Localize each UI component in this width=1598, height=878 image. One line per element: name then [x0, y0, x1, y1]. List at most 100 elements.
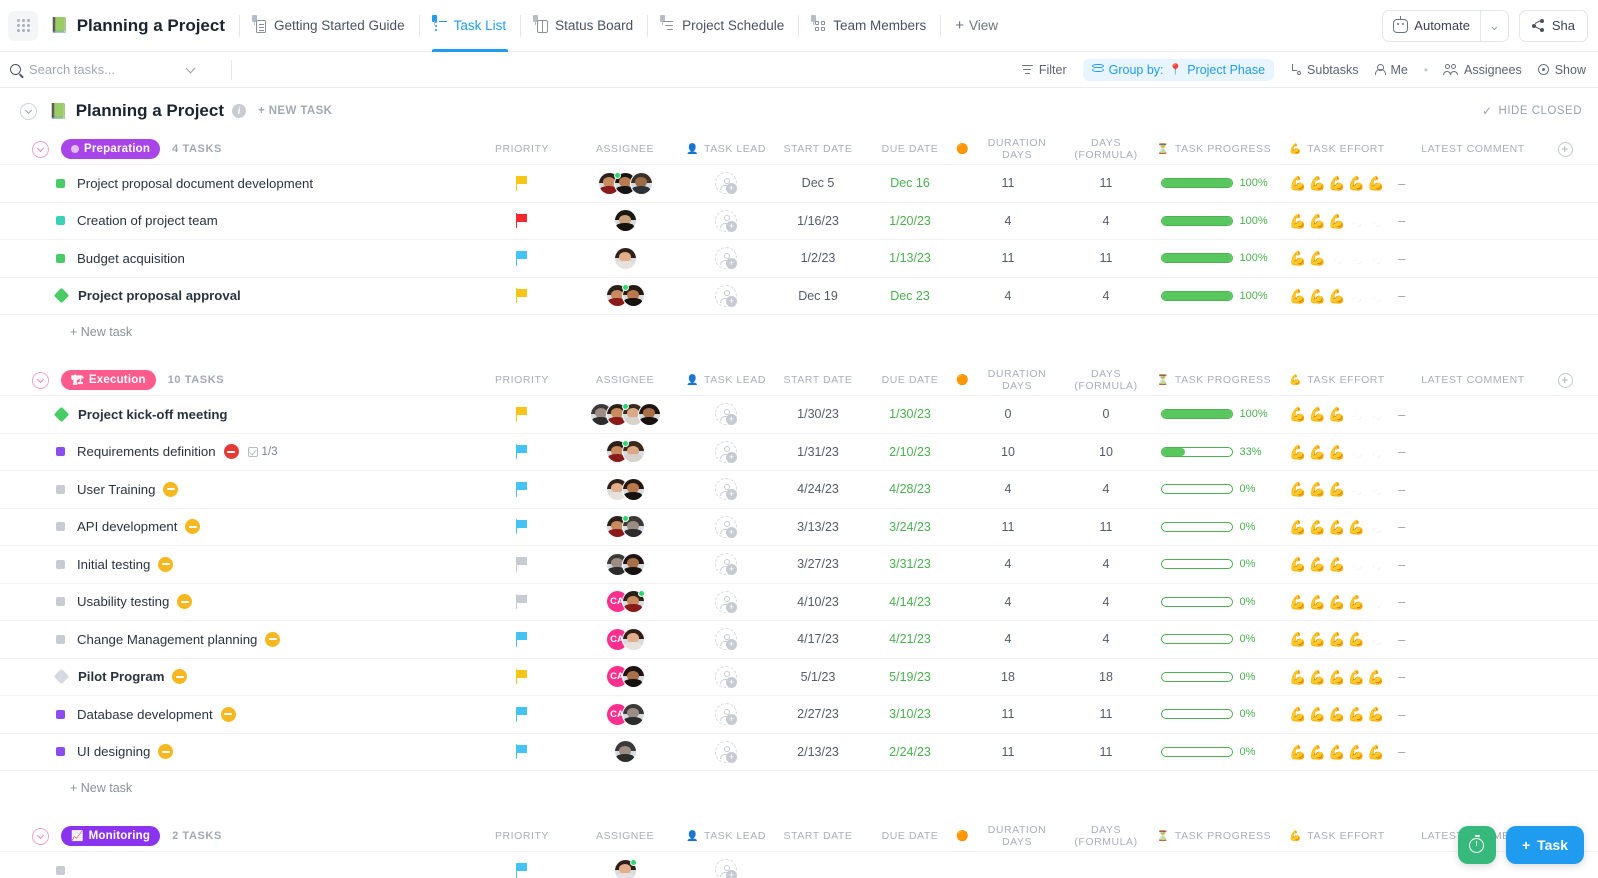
cell-priority[interactable] [474, 175, 570, 191]
column-header-start[interactable]: START DATE [772, 143, 864, 155]
table-row[interactable]: User Training +4/24/23 4/28/23 4 4 0% 💪 💪 💪 💪 💪 – [0, 471, 1598, 509]
column-header-assignee[interactable]: ASSIGNEE [570, 374, 680, 386]
collapse-group-toggle[interactable] [32, 140, 49, 158]
cell-assignee[interactable] [570, 209, 680, 233]
cell-due-date[interactable]: 3/10/23 [864, 707, 956, 721]
show-button[interactable]: Show [1537, 63, 1586, 77]
column-header-due[interactable]: DUE DATE [864, 830, 956, 842]
cell-start-date[interactable]: Dec 19 [772, 289, 864, 303]
tab-task-list[interactable]: Task List [420, 0, 521, 52]
priority-flag-icon[interactable] [515, 444, 529, 460]
cell-task-effort[interactable]: 💪 💪 💪 💪 💪 [1276, 482, 1398, 496]
app-grid-icon[interactable] [8, 10, 38, 41]
priority-flag-icon[interactable] [515, 669, 529, 685]
task-name[interactable]: UI designing [77, 744, 150, 759]
cell-task-progress[interactable]: 0% [1152, 596, 1276, 608]
cell-task-lead[interactable]: + [680, 403, 772, 426]
cell-start-date[interactable]: 2/27/23 [772, 707, 864, 721]
column-header-priority[interactable]: PRIORITY [474, 374, 570, 386]
cell-priority[interactable] [474, 406, 570, 422]
cell-task-lead[interactable]: + [680, 665, 772, 688]
task-effort-rating[interactable]: 💪 💪 💪 💪 💪 [1289, 595, 1384, 609]
table-row[interactable]: Project proposal document development + De… [0, 165, 1598, 203]
task-status-indicator[interactable] [53, 668, 70, 685]
priority-flag-icon[interactable] [515, 556, 529, 572]
cell-priority[interactable] [474, 744, 570, 760]
cell-task-effort[interactable]: 💪 💪 💪 💪 💪 [1276, 251, 1398, 265]
column-header-formula[interactable]: DAYS (FORMULA) [1060, 824, 1152, 848]
priority-flag-icon[interactable] [515, 175, 529, 191]
cell-task-lead[interactable]: + [680, 478, 772, 501]
task-name[interactable]: API development [77, 519, 177, 534]
avatar[interactable] [621, 590, 645, 614]
priority-flag-icon[interactable] [515, 481, 529, 497]
priority-flag-icon[interactable] [515, 288, 529, 304]
cell-task-progress[interactable]: 100% [1152, 177, 1276, 189]
cell-duration-days[interactable]: 4 [956, 557, 1060, 571]
cell-latest-comment[interactable]: – [1398, 251, 1548, 266]
cell-due-date[interactable]: 4/28/23 [864, 482, 956, 496]
task-status-indicator[interactable] [56, 216, 65, 226]
cell-task-lead[interactable]: + [680, 172, 772, 195]
cell-duration-days[interactable]: 4 [956, 595, 1060, 609]
avatar[interactable] [621, 627, 645, 651]
cell-assignee[interactable] [570, 284, 680, 308]
cell-task-effort[interactable]: 💪 💪 💪 💪 💪 [1276, 214, 1398, 228]
cell-assignee[interactable] [570, 171, 680, 195]
add-task-lead-icon[interactable]: + [715, 590, 737, 613]
task-status-indicator[interactable] [53, 406, 70, 423]
cell-latest-comment[interactable]: – [1398, 213, 1548, 228]
add-column-button[interactable]: + [1557, 372, 1573, 388]
column-header-duration[interactable]: 🟠 DURATION DAYS [956, 137, 1060, 161]
cell-latest-comment[interactable]: – [1398, 444, 1548, 459]
cell-task-lead[interactable]: + [680, 590, 772, 613]
cell-priority[interactable] [474, 669, 570, 685]
cell-due-date[interactable]: 2/24/23 [864, 745, 956, 759]
task-name[interactable]: Project kick-off meeting [78, 407, 228, 422]
cell-assignee[interactable] [570, 552, 680, 576]
cell-start-date[interactable]: 1/16/23 [772, 214, 864, 228]
column-header-tasklead[interactable]: 👤 TASK LEAD [680, 830, 772, 842]
cell-assignee[interactable]: CA [570, 590, 680, 614]
task-effort-rating[interactable]: 💪 💪 💪 💪 💪 [1289, 745, 1384, 759]
table-row[interactable]: + [0, 852, 1598, 878]
cell-task-progress[interactable]: 100% [1152, 215, 1276, 227]
add-task-lead-icon[interactable]: + [715, 209, 737, 232]
task-name[interactable]: Database development [77, 707, 213, 722]
cell-start-date[interactable]: 2/13/23 [772, 745, 864, 759]
cell-task-progress[interactable]: 100% [1152, 408, 1276, 420]
cell-assignee[interactable] [570, 440, 680, 464]
column-header-start[interactable]: START DATE [772, 374, 864, 386]
column-header-priority[interactable]: PRIORITY [474, 830, 570, 842]
avatar[interactable] [613, 740, 637, 764]
column-header-formula[interactable]: DAYS (FORMULA) [1060, 368, 1152, 392]
cell-assignee[interactable]: CA [570, 665, 680, 689]
cell-task-effort[interactable]: 💪 💪 💪 💪 💪 [1276, 557, 1398, 571]
cell-task-progress[interactable]: 0% [1152, 483, 1276, 495]
cell-start-date[interactable]: 4/10/23 [772, 595, 864, 609]
cell-due-date[interactable]: 4/21/23 [864, 632, 956, 646]
cell-start-date[interactable]: 5/1/23 [772, 670, 864, 684]
search-input[interactable] [29, 62, 179, 77]
cell-task-effort[interactable]: 💪 💪 💪 💪 💪 [1276, 745, 1398, 759]
cell-task-progress[interactable]: 100% [1152, 290, 1276, 302]
cell-task-progress[interactable]: 0% [1152, 558, 1276, 570]
task-status-indicator[interactable] [56, 865, 65, 875]
cell-task-progress[interactable]: 100% [1152, 252, 1276, 264]
cell-due-date[interactable]: 2/10/23 [864, 445, 956, 459]
task-list-scroll-area[interactable]: Preparation 4 TASKS PRIORITY ASSIGNEE 👤 TASK … [0, 134, 1598, 878]
task-effort-rating[interactable]: 💪 💪 💪 💪 💪 [1289, 557, 1384, 571]
cell-start-date[interactable]: 4/17/23 [772, 632, 864, 646]
task-status-indicator[interactable] [56, 178, 65, 188]
add-task-lead-icon[interactable]: + [715, 247, 737, 270]
cell-task-progress[interactable]: 0% [1152, 633, 1276, 645]
table-row[interactable]: API development +3/13/23 3/24/23 11 11 0% 💪 💪 💪 💪… [0, 508, 1598, 546]
table-row[interactable]: Usability testing CA +4/10/23 4/14/23 4 4 0% 💪 💪… [0, 583, 1598, 621]
waiting-badge[interactable] [158, 556, 174, 572]
task-name[interactable]: Pilot Program [78, 669, 164, 684]
add-task-lead-icon[interactable]: + [715, 172, 737, 195]
cell-priority[interactable] [474, 631, 570, 647]
task-status-indicator[interactable] [56, 747, 65, 757]
task-effort-rating[interactable]: 💪 💪 💪 💪 💪 [1289, 251, 1384, 265]
subtasks-button[interactable]: Subtasks [1290, 63, 1358, 77]
